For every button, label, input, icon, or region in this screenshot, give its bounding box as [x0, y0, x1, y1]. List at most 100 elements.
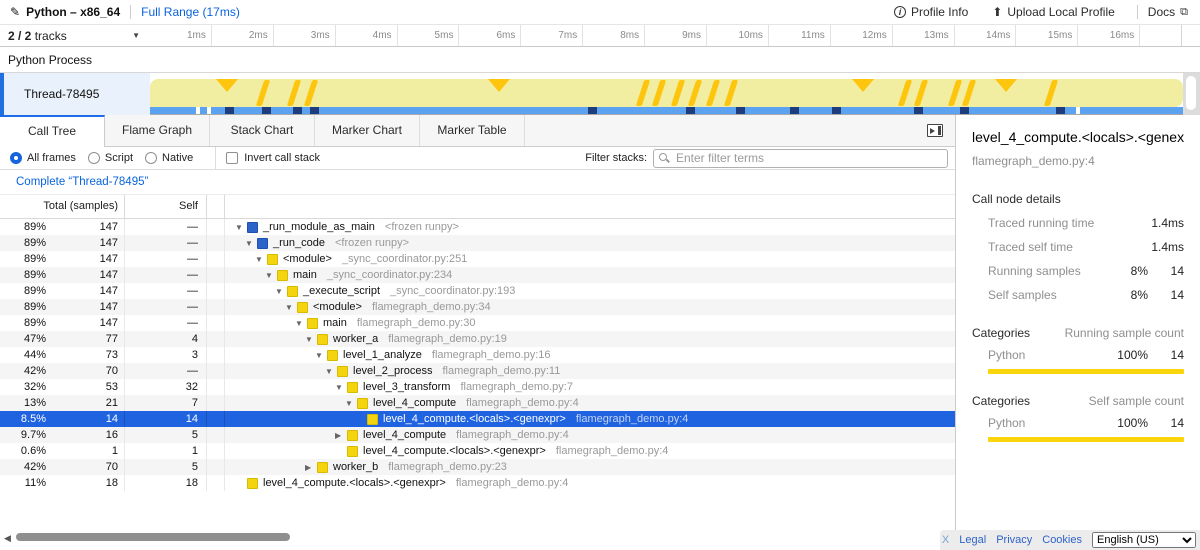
- call-tree-row[interactable]: 89%147—▼main_sync_coordinator.py:234: [0, 267, 955, 283]
- category-icon-yellow: [277, 270, 288, 281]
- tracks-dropdown[interactable]: 2 / 2 tracks ▼: [0, 25, 150, 46]
- sample-dark-segment: [960, 107, 969, 114]
- complete-thread-link[interactable]: Complete “Thread-78495”: [0, 176, 148, 188]
- column-header-name: [225, 195, 955, 218]
- upload-profile-button[interactable]: ⬆ Upload Local Profile: [992, 5, 1114, 19]
- call-tree-row[interactable]: 89%147—▼mainflamegraph_demo.py:30: [0, 315, 955, 331]
- language-select[interactable]: English (US): [1092, 532, 1196, 548]
- horizontal-scrollbar[interactable]: ◀: [0, 528, 955, 548]
- sample-dark-segment: [310, 107, 319, 114]
- category-icon-yellow: [307, 318, 318, 329]
- profile-info-button[interactable]: i Profile Info: [894, 5, 968, 19]
- vertical-scrollbar[interactable]: [1183, 73, 1200, 115]
- info-icon: i: [894, 6, 906, 18]
- horizontal-scrollbar-thumb[interactable]: [16, 533, 290, 541]
- scroll-left-arrow-icon[interactable]: ◀: [4, 533, 11, 544]
- radio-all-frames[interactable]: All frames: [10, 152, 76, 164]
- marker-slash: [304, 80, 318, 106]
- category-icon-yellow: [347, 430, 358, 441]
- call-tree-row[interactable]: 89%147—▼_run_module_as_main<frozen runpy…: [0, 219, 955, 235]
- call-tree-row[interactable]: 44%733▼level_1_analyzeflamegraph_demo.py…: [0, 347, 955, 363]
- footer-link-cookies[interactable]: Cookies: [1042, 534, 1082, 546]
- sample-dark-segment: [1056, 107, 1065, 114]
- column-header-self[interactable]: Self: [125, 195, 207, 218]
- collapse-arrow-icon[interactable]: ▼: [345, 399, 357, 408]
- radio-native[interactable]: Native: [145, 152, 193, 164]
- call-tree-row[interactable]: 89%147—▼_execute_script_sync_coordinator…: [0, 283, 955, 299]
- column-header-total[interactable]: Total (samples): [0, 195, 125, 218]
- ruler-tick: 12ms: [831, 25, 893, 46]
- thread-track: Thread-78495: [0, 73, 1200, 115]
- expand-arrow-icon[interactable]: ▶: [305, 463, 317, 472]
- full-range-link[interactable]: Full Range (17ms): [141, 5, 240, 19]
- sample-dark-segment: [293, 107, 302, 114]
- sidebar-toggle-icon[interactable]: [927, 124, 943, 137]
- categories-header: Categories Running sample count: [972, 326, 1184, 340]
- ruler-tick: 9ms: [645, 25, 707, 46]
- thread-label: Thread-78495: [4, 87, 99, 101]
- marker-slash: [962, 80, 976, 106]
- call-tree-row[interactable]: 42%70—▼level_2_processflamegraph_demo.py…: [0, 363, 955, 379]
- invert-call-stack-checkbox[interactable]: Invert call stack: [226, 152, 320, 164]
- marker-triangle: [488, 79, 510, 92]
- call-tree-row[interactable]: 89%147—▼_run_code<frozen runpy>: [0, 235, 955, 251]
- category-icon-yellow: [347, 446, 358, 457]
- call-tree-row[interactable]: 47%774▼worker_aflamegraph_demo.py:19: [0, 331, 955, 347]
- footer-link-privacy[interactable]: Privacy: [996, 534, 1032, 546]
- ruler-tick: 13ms: [893, 25, 955, 46]
- tab-marker-chart[interactable]: Marker Chart: [315, 115, 420, 146]
- collapse-arrow-icon[interactable]: ▼: [265, 271, 277, 280]
- collapse-arrow-icon[interactable]: ▼: [335, 383, 347, 392]
- call-tree-row[interactable]: 42%705▶worker_bflamegraph_demo.py:23: [0, 459, 955, 475]
- collapse-arrow-icon[interactable]: ▼: [295, 319, 307, 328]
- collapse-arrow-icon[interactable]: ▼: [275, 287, 287, 296]
- thread-track-header[interactable]: Thread-78495: [0, 73, 150, 115]
- marker-slash: [898, 80, 912, 106]
- collapse-arrow-icon[interactable]: ▼: [325, 367, 337, 376]
- ruler-tick: 11ms: [769, 25, 831, 46]
- marker-slash: [706, 80, 720, 106]
- category-icon-yellow: [267, 254, 278, 265]
- footer-link-legal[interactable]: Legal: [959, 534, 986, 546]
- collapse-arrow-icon[interactable]: ▼: [255, 255, 267, 264]
- main-area: Call TreeFlame GraphStack ChartMarker Ch…: [0, 115, 1200, 550]
- footer-link-x[interactable]: X: [942, 534, 949, 546]
- edit-profile-name-icon[interactable]: ✎: [10, 5, 20, 19]
- top-bar: ✎ Python – x86_64 Full Range (17ms) i Pr…: [0, 0, 1200, 25]
- call-tree-row[interactable]: 9.7%165▶level_4_computeflamegraph_demo.p…: [0, 427, 955, 443]
- collapse-arrow-icon[interactable]: ▼: [245, 239, 257, 248]
- collapse-arrow-icon[interactable]: ▼: [305, 335, 317, 344]
- call-tree-row[interactable]: 89%147—▼<module>flamegraph_demo.py:34: [0, 299, 955, 315]
- thread-activity-graph[interactable]: [150, 73, 1183, 115]
- tab-flame-graph[interactable]: Flame Graph: [105, 115, 210, 146]
- vertical-scrollbar-thumb[interactable]: [1186, 76, 1196, 110]
- column-header-spacer: [207, 195, 225, 218]
- detail-row: Traced running time 1.4ms: [972, 216, 1184, 230]
- collapse-arrow-icon[interactable]: ▼: [235, 223, 247, 232]
- tab-stack-chart[interactable]: Stack Chart: [210, 115, 315, 146]
- tab-marker-table[interactable]: Marker Table: [420, 115, 525, 146]
- category-icon-yellow: [247, 478, 258, 489]
- marker-slash: [914, 80, 928, 106]
- radio-script[interactable]: Script: [88, 152, 133, 164]
- docs-button[interactable]: Docs ⧉: [1148, 5, 1188, 19]
- call-tree-row[interactable]: 13%217▼level_4_computeflamegraph_demo.py…: [0, 395, 955, 411]
- collapse-arrow-icon[interactable]: ▼: [315, 351, 327, 360]
- call-tree-row[interactable]: 32%5332▼level_3_transformflamegraph_demo…: [0, 379, 955, 395]
- expand-arrow-icon[interactable]: ▶: [335, 431, 347, 440]
- ruler-tick: 8ms: [583, 25, 645, 46]
- collapse-arrow-icon[interactable]: ▼: [285, 303, 297, 312]
- process-track-header[interactable]: Python Process: [0, 47, 1200, 73]
- category-icon-yellow: [337, 366, 348, 377]
- divider: [130, 5, 131, 19]
- call-tree-row[interactable]: 8.5%1414level_4_compute.<locals>.<genexp…: [0, 411, 955, 427]
- call-tree-row[interactable]: 89%147—▼<module>_sync_coordinator.py:251: [0, 251, 955, 267]
- ruler-tick: 16ms: [1078, 25, 1140, 46]
- call-tree-row[interactable]: 11%1818level_4_compute.<locals>.<genexpr…: [0, 475, 955, 491]
- marker-slash: [1044, 80, 1058, 106]
- selected-node-sidebar: level_4_compute.<locals>.<genex… flamegr…: [955, 115, 1200, 530]
- call-tree-row[interactable]: 0.6%11level_4_compute.<locals>.<genexpr>…: [0, 443, 955, 459]
- tab-call-tree[interactable]: Call Tree: [0, 115, 105, 147]
- time-ticks: 1ms2ms3ms4ms5ms6ms7ms8ms9ms10ms11ms12ms1…: [150, 25, 1182, 46]
- filter-stacks-input[interactable]: [653, 149, 948, 168]
